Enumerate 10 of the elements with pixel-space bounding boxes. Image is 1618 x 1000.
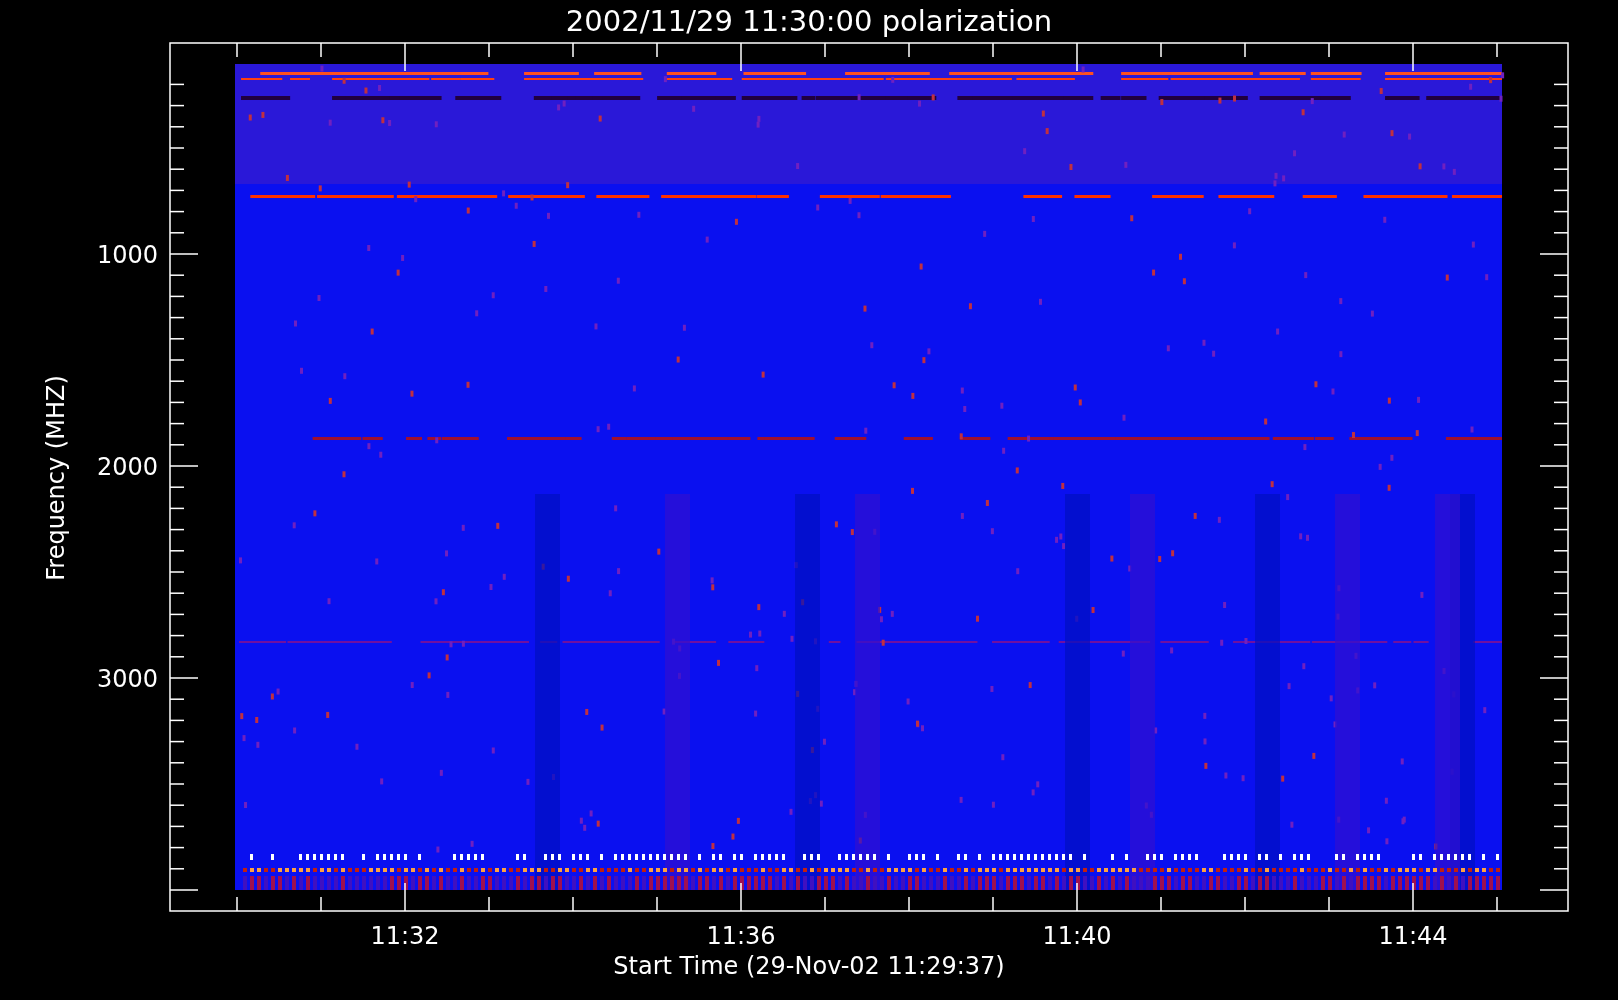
- tick-label: 11:44: [1378, 922, 1448, 950]
- tick-label: 3000: [96, 665, 158, 693]
- axis-label: Frequency (MHZ): [42, 375, 70, 581]
- axis-label: Start Time (29-Nov-02 11:29:37): [613, 952, 1005, 980]
- tick-label: 11:36: [706, 922, 776, 950]
- tick-label: 11:32: [370, 922, 440, 950]
- tick-label: 1000: [96, 241, 158, 269]
- tick-label: 2000: [96, 453, 158, 481]
- plot-title: 2002/11/29 11:30:00 polarization: [565, 4, 1053, 38]
- tick-label: 11:40: [1042, 922, 1112, 950]
